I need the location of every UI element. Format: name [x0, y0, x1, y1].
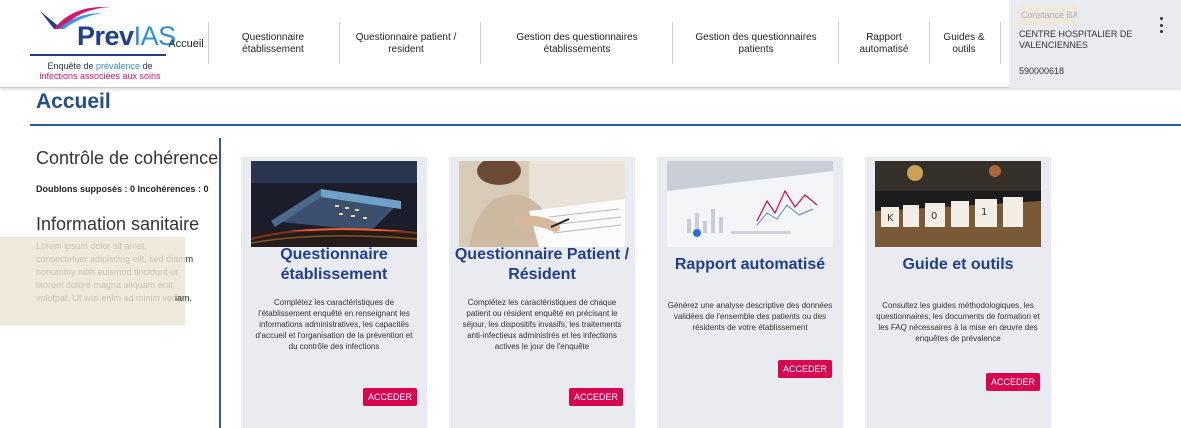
more-menu-icon[interactable]	[1155, 14, 1167, 36]
info-sanitaire-text: Lorem ipsum dolor sit amet, consectetuer…	[36, 240, 214, 305]
nav-accueil[interactable]: Accueil	[168, 0, 204, 88]
nav-questionnaire-etablissement[interactable]: Questionnaire établissement	[212, 0, 334, 88]
writing-form-image	[459, 161, 625, 247]
nav-rapport-automatise[interactable]: Rapport automatisé	[842, 0, 926, 88]
page-title: Accueil	[36, 90, 111, 113]
svg-text:1: 1	[981, 207, 987, 218]
card-questionnaire-patient: Questionnaire Patient / Résident Complét…	[449, 157, 635, 428]
filing-cards-image: K 0 1	[875, 161, 1041, 247]
report-charts-image	[667, 161, 833, 247]
nav-item-line2: outils	[952, 44, 976, 55]
card-description: Consultez les guides méthodologiques, le…	[876, 301, 1040, 343]
nav-item-line2: resident	[388, 44, 424, 55]
nav-item-line1: Questionnaire patient /	[355, 32, 457, 43]
top-navbar: PrevIAS Enquête de prévalence de infecti…	[0, 0, 1181, 88]
svg-text:K: K	[887, 213, 894, 224]
nav-gestion-patients[interactable]: Gestion des questionnaires patients	[676, 0, 836, 88]
nav-item-line1: Gestion des questionnaires	[695, 32, 817, 43]
user-organisation: CENTRE HOSPITALIER DE VALENCIENNES	[1019, 29, 1149, 51]
nav-item-line2: établissements	[543, 44, 611, 55]
lorem-line: volutpat. Ut wisi enim ad minim ver	[36, 293, 176, 303]
card-title: Rapport automatisé	[674, 256, 826, 273]
user-finess-id: 590000618	[1019, 66, 1065, 76]
acceder-button[interactable]: ACCEDER	[778, 360, 833, 378]
lorem-tail: m	[185, 254, 194, 264]
nav-accueil-label: Accueil	[168, 38, 204, 50]
nav-divider	[208, 22, 209, 64]
user-org-line2: VALENCIENNES	[1019, 40, 1088, 50]
nav-item-line1: Rapport	[866, 32, 902, 43]
nav-divider	[838, 22, 839, 64]
card-description: Complétez les caractéristiques de l'étab…	[255, 298, 413, 351]
nav-item-line2: automatisé	[859, 44, 909, 55]
nav-item-line1: Gestion des questionnaires	[516, 32, 638, 43]
info-sanitaire-title: Information sanitaire	[36, 214, 200, 234]
nav-item-line2: établissement	[242, 44, 304, 55]
card-guide-outils: K 0 1 Guide et outils Consultez les guides…	[865, 157, 1051, 428]
logo-word-prev: Prev	[77, 21, 134, 51]
coherence-stats: Doublons supposés : 0 Incohérences : 0	[36, 184, 209, 194]
nav-divider	[480, 22, 481, 64]
svg-text:0: 0	[931, 211, 937, 222]
previas-logo[interactable]: PrevIAS Enquête de prévalence de infecti…	[30, 3, 176, 85]
acceder-button[interactable]: ACCEDER	[363, 388, 418, 406]
card-title: Questionnaire établissement	[280, 246, 388, 283]
acceder-button[interactable]: ACCEDER	[569, 388, 624, 406]
user-name: Constance BAI	[1019, 5, 1077, 25]
lorem-line: Lorem ipsum dolor sit amet,	[36, 241, 148, 251]
nav-item-line1: Questionnaire	[241, 32, 305, 43]
logo-sub-b: prévalence	[96, 61, 141, 71]
user-org-line1: CENTRE HOSPITALIER DE	[1019, 29, 1133, 39]
nav-divider	[672, 22, 673, 64]
nav-questionnaire-patient[interactable]: Questionnaire patient / resident	[342, 0, 470, 88]
nav-gestion-etablissements[interactable]: Gestion des questionnaires établissements	[484, 0, 670, 88]
card-description: Générez une analyse descriptive des donn…	[667, 301, 833, 332]
lorem-line: laoreet dolore magna aliquam erat	[36, 280, 174, 290]
card-questionnaire-etablissement: Questionnaire établissement Complétez le…	[241, 157, 427, 428]
lorem-line: consectetuer adipiscing elit, sed diam	[36, 254, 186, 264]
hospital-night-image	[251, 161, 417, 247]
lorem-line: nonummy nibh euismod tincidunt ut	[36, 267, 178, 277]
nav-item-line2: patients	[738, 44, 774, 55]
acceder-button[interactable]: ACCEDER	[986, 373, 1041, 391]
nav-divider	[339, 22, 340, 64]
card-title: Guide et outils	[902, 256, 1014, 273]
logo-wordmark: PrevIAS	[77, 21, 176, 52]
logo-underline	[30, 54, 166, 56]
card-rapport-automatise: Rapport automatisé Générez une analyse d…	[657, 157, 843, 428]
left-panel-divider	[219, 138, 221, 428]
logo-sub-c: de	[140, 61, 153, 71]
coherence-title: Contrôle de cohérence	[36, 148, 219, 168]
nav-item-line1: Guides &	[943, 32, 985, 43]
nav-divider	[929, 22, 930, 64]
logo-sub-a: Enquête de	[47, 61, 96, 71]
lorem-tail: iam.	[175, 293, 193, 303]
nav-divider	[1000, 22, 1001, 64]
card-description: Complétez les caractéristiques de chaque…	[462, 298, 622, 351]
title-divider	[30, 124, 1181, 126]
nav-guides-outils[interactable]: Guides & outils	[932, 0, 996, 88]
card-title: Questionnaire Patient / Résident	[454, 246, 630, 283]
